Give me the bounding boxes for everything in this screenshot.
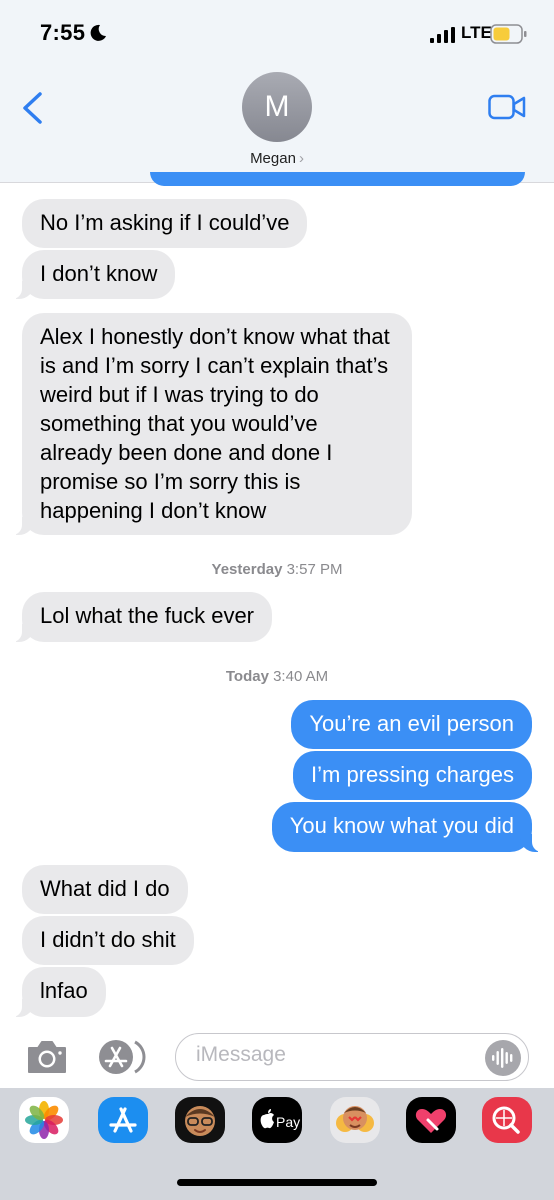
message-incoming[interactable]: I didn’t do shit: [22, 916, 194, 965]
do-not-disturb-moon-icon: [90, 24, 106, 41]
message-incoming[interactable]: What did I do: [22, 865, 188, 914]
status-time: 7:55: [40, 20, 86, 45]
voice-message-icon[interactable]: [485, 1040, 521, 1076]
network-type: LTE: [461, 23, 492, 42]
memoji-stickers-icon[interactable]: [328, 1097, 382, 1143]
digital-touch-icon[interactable]: [404, 1097, 458, 1143]
timestamp: Today 3:40 AM: [0, 668, 554, 685]
image-search-icon[interactable]: [480, 1097, 534, 1143]
home-indicator[interactable]: [177, 1179, 377, 1186]
message-incoming[interactable]: Alex I honestly don’t know what that is …: [12, 313, 412, 535]
contact-avatar[interactable]: M: [242, 72, 312, 142]
facetime-video-icon[interactable]: [488, 94, 526, 120]
app-store-button-icon[interactable]: [96, 1038, 152, 1076]
battery-icon: [490, 24, 527, 44]
timestamp-day: Today: [225, 668, 269, 685]
camera-icon[interactable]: [25, 1038, 69, 1076]
memoji-icon[interactable]: [173, 1097, 227, 1143]
previous-outgoing-bubble: [150, 172, 525, 186]
imessage-placeholder: iMessage: [196, 1043, 286, 1066]
app-store-icon[interactable]: [96, 1097, 150, 1143]
message-incoming[interactable]: lnfao: [12, 967, 106, 1017]
timestamp-time: 3:40 AM: [273, 668, 329, 685]
timestamp: Yesterday 3:57 PM: [0, 561, 554, 578]
message-outgoing[interactable]: I’m pressing charges: [293, 751, 532, 800]
back-chevron-icon[interactable]: [20, 92, 46, 124]
photos-icon[interactable]: [17, 1097, 71, 1143]
apple-pay-label: Pay: [276, 1114, 300, 1130]
signal-icon: [430, 27, 455, 43]
chevron-right-icon: ›: [298, 150, 304, 167]
timestamp-time: 3:57 PM: [286, 561, 343, 578]
message-incoming[interactable]: Lol what the fuck ever: [11, 592, 273, 642]
message-incoming[interactable]: No I’m asking if I could’ve: [22, 199, 308, 248]
apple-pay-icon[interactable]: Pay: [250, 1097, 304, 1143]
message-outgoing[interactable]: You’re an evil person: [291, 700, 532, 749]
timestamp-day: Yesterday: [211, 561, 283, 578]
contact-name[interactable]: Megan ›: [0, 150, 554, 167]
contact-name-label: Megan: [250, 150, 296, 167]
message-outgoing[interactable]: You know what you did: [271, 802, 543, 852]
message-incoming[interactable]: I don’t know: [11, 250, 176, 299]
